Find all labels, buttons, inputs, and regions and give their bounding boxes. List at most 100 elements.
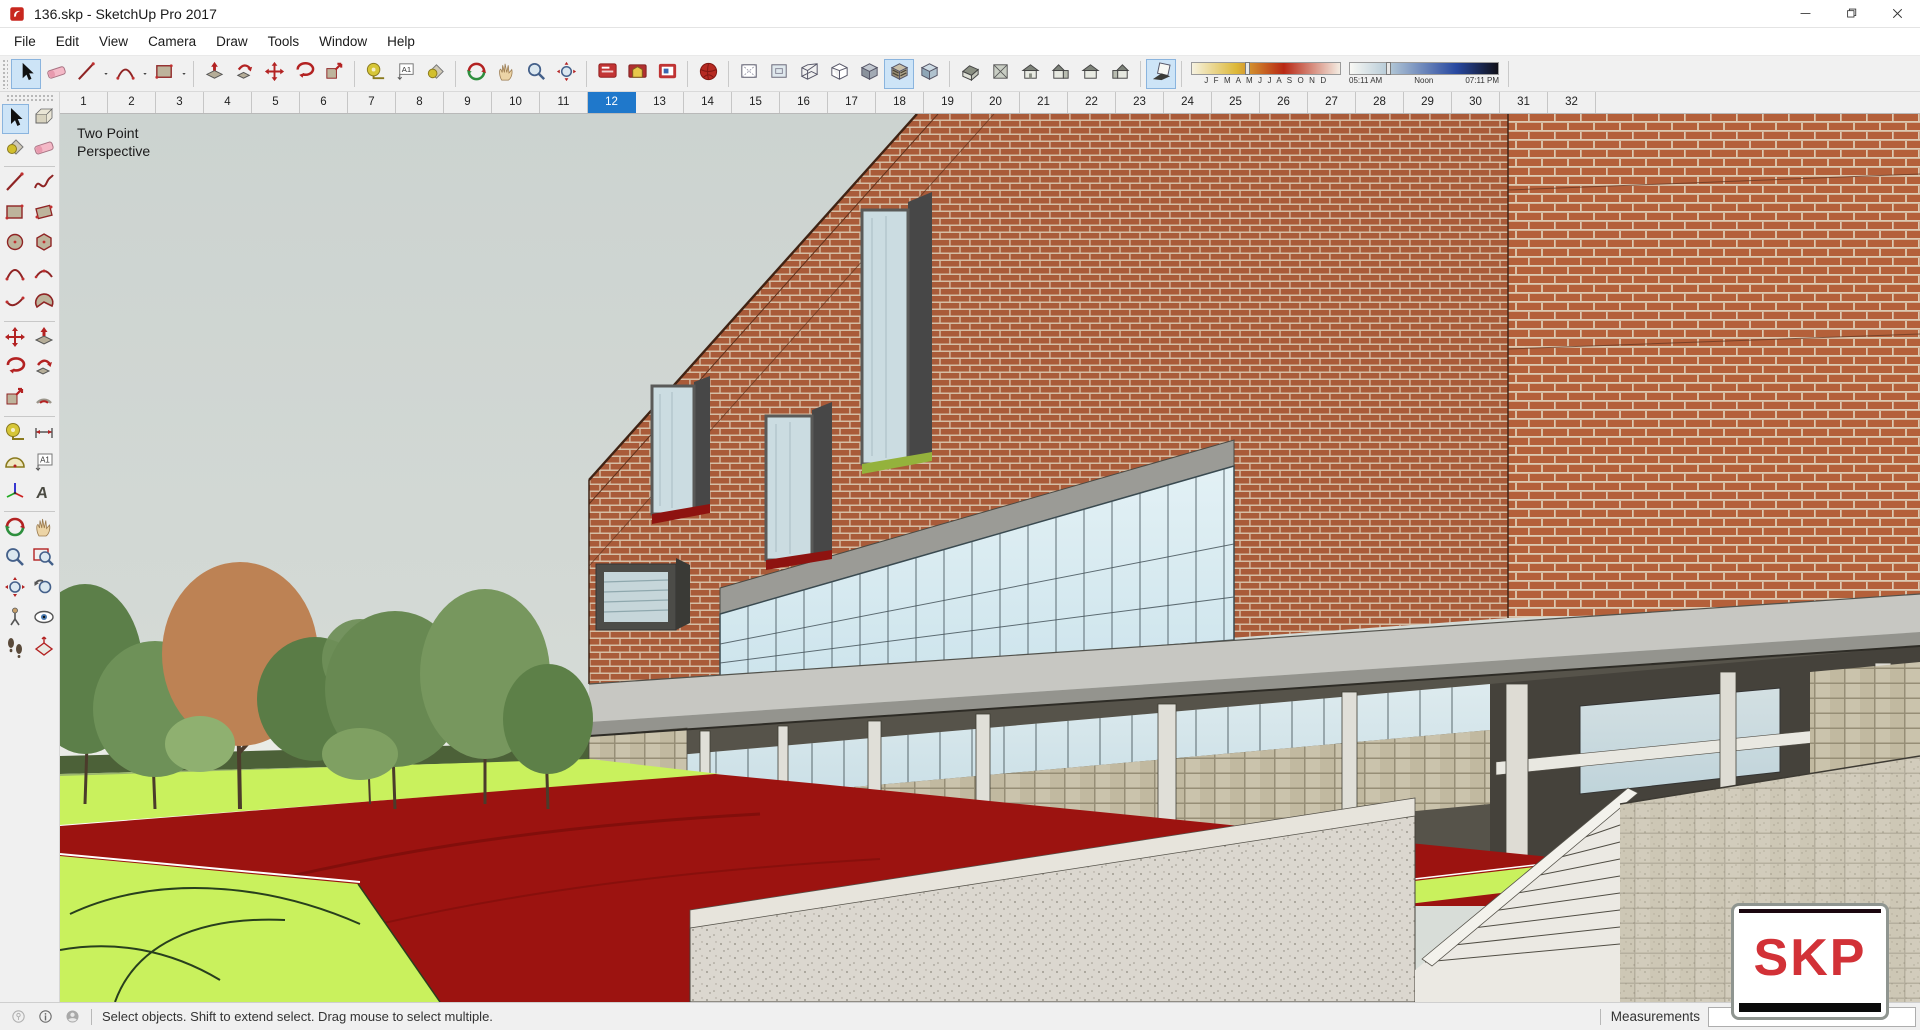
palette-offset-button[interactable]: [31, 384, 58, 414]
palette-zoom-window-button[interactable]: [31, 544, 58, 574]
shadow-date-slider[interactable]: J F M A M J J A S O N D: [1191, 62, 1341, 85]
menu-camera[interactable]: Camera: [138, 30, 206, 53]
window-close-button[interactable]: [1874, 0, 1920, 28]
scene-tab-21[interactable]: 21: [1020, 92, 1068, 113]
arc-dropdown-button[interactable]: [140, 59, 149, 89]
palette-paint-bucket-button[interactable]: [2, 134, 29, 164]
palette-pie-button[interactable]: [31, 289, 58, 319]
menu-view[interactable]: View: [89, 30, 138, 53]
scene-tab-19[interactable]: 19: [924, 92, 972, 113]
scene-tab-6[interactable]: 6: [300, 92, 348, 113]
toolbar-style-x-ray-button[interactable]: [764, 59, 794, 89]
toolbar-3d-warehouse-button[interactable]: [622, 59, 652, 89]
palette-arc-button[interactable]: [2, 259, 29, 289]
scene-tab-18[interactable]: 18: [876, 92, 924, 113]
rectangle-dropdown-button[interactable]: [179, 59, 188, 89]
palette-rotated-rectangle-button[interactable]: [31, 199, 58, 229]
toolbar-select-button[interactable]: [11, 58, 41, 89]
palette-follow-me-button[interactable]: [31, 354, 58, 384]
toolbar-style-textured-button[interactable]: [884, 58, 914, 89]
palette-orbit-button[interactable]: [2, 514, 29, 544]
credits-status-icon[interactable]: [37, 1008, 54, 1025]
scene-tab-13[interactable]: 13: [636, 92, 684, 113]
toolbar-view-left-button[interactable]: [1105, 59, 1135, 89]
scene-tab-27[interactable]: 27: [1308, 92, 1356, 113]
shadow-date-track[interactable]: [1191, 62, 1341, 75]
toolbar-rectangle-button[interactable]: [149, 59, 179, 89]
palette-rectangle-button[interactable]: [2, 199, 29, 229]
palette-protractor-button[interactable]: [2, 449, 29, 479]
menu-draw[interactable]: Draw: [206, 30, 258, 53]
toolbar-model-info-button[interactable]: [592, 59, 622, 89]
toolbar-move-button[interactable]: [259, 59, 289, 89]
toolbar-orbit-button[interactable]: [461, 59, 491, 89]
palette-freehand-button[interactable]: [31, 169, 58, 199]
window-restore-button[interactable]: [1828, 0, 1874, 28]
toolbar-style-monochrome-button[interactable]: [914, 59, 944, 89]
palette-push-pull-button[interactable]: [31, 324, 58, 354]
shadow-time-track[interactable]: [1349, 62, 1499, 75]
window-minimize-button[interactable]: [1782, 0, 1828, 28]
menu-tools[interactable]: Tools: [258, 30, 310, 53]
geolocation-status-icon[interactable]: [10, 1008, 27, 1025]
palette-eraser-button[interactable]: [31, 134, 58, 164]
toolbar-pan-button[interactable]: [491, 59, 521, 89]
palette-zoom-extents-button[interactable]: [2, 574, 29, 604]
scene-tab-29[interactable]: 29: [1404, 92, 1452, 113]
palette-zoom-button[interactable]: [2, 544, 29, 574]
toolbar-view-top-button[interactable]: [985, 59, 1015, 89]
scene-tab-20[interactable]: 20: [972, 92, 1020, 113]
scene-tab-11[interactable]: 11: [540, 92, 588, 113]
toolbar-scale-button[interactable]: [319, 59, 349, 89]
model-viewport[interactable]: Two Point Perspective: [60, 114, 1920, 1002]
palette-tape-measure-button[interactable]: [2, 419, 29, 449]
scene-tab-32[interactable]: 32: [1548, 92, 1596, 113]
scene-tab-22[interactable]: 22: [1068, 92, 1116, 113]
scene-tab-10[interactable]: 10: [492, 92, 540, 113]
scene-tab-12[interactable]: 12: [588, 92, 636, 113]
toolbar-style-wireframe-button[interactable]: [794, 59, 824, 89]
toolbar-view-iso-button[interactable]: [955, 59, 985, 89]
palette-rotate-button[interactable]: [2, 354, 29, 384]
palette-two-point-arc-button[interactable]: [31, 259, 58, 289]
toolbar-arc-button[interactable]: [110, 59, 140, 89]
toolbar-layout-button[interactable]: [652, 59, 682, 89]
menu-window[interactable]: Window: [309, 30, 377, 53]
toolbar-follow-me-button[interactable]: [229, 59, 259, 89]
scene-tab-17[interactable]: 17: [828, 92, 876, 113]
scene-tab-9[interactable]: 9: [444, 92, 492, 113]
scene-tab-4[interactable]: 4: [204, 92, 252, 113]
toolbar-shadow-toggle-button[interactable]: [1146, 58, 1176, 89]
toolbar-view-back-button[interactable]: [1075, 59, 1105, 89]
scene-tab-15[interactable]: 15: [732, 92, 780, 113]
toolbar-style-back-edges-button[interactable]: [734, 59, 764, 89]
scene-tab-23[interactable]: 23: [1116, 92, 1164, 113]
palette-section-plane-button[interactable]: [31, 634, 58, 664]
toolbar-rotate-button[interactable]: [289, 59, 319, 89]
user-status-icon[interactable]: [64, 1008, 81, 1025]
palette-position-camera-button[interactable]: [2, 604, 29, 634]
menu-edit[interactable]: Edit: [46, 30, 89, 53]
toolbar-view-front-button[interactable]: [1015, 59, 1045, 89]
menu-file[interactable]: File: [4, 30, 46, 53]
palette-select-button[interactable]: [1, 104, 29, 134]
palette-previous-button[interactable]: [31, 574, 58, 604]
scene-tab-30[interactable]: 30: [1452, 92, 1500, 113]
toolbar-style-shaded-button[interactable]: [854, 59, 884, 89]
menu-help[interactable]: Help: [377, 30, 425, 53]
scene-tab-2[interactable]: 2: [108, 92, 156, 113]
palette-pan-button[interactable]: [31, 514, 58, 544]
toolbar-push-pull-button[interactable]: [199, 59, 229, 89]
palette-dimension-button[interactable]: [31, 419, 58, 449]
scene-tab-7[interactable]: 7: [348, 92, 396, 113]
scene-tab-25[interactable]: 25: [1212, 92, 1260, 113]
palette-3d-text-button[interactable]: A: [31, 479, 58, 509]
palette-three-point-arc-button[interactable]: [2, 289, 29, 319]
scene-tab-5[interactable]: 5: [252, 92, 300, 113]
toolbar-paint-bucket-button[interactable]: [420, 59, 450, 89]
shadow-date-handle[interactable]: [1245, 62, 1251, 75]
scene-tab-26[interactable]: 26: [1260, 92, 1308, 113]
line-dropdown-button[interactable]: [101, 59, 110, 89]
toolbar-tape-measure-button[interactable]: [360, 59, 390, 89]
palette-axes-button[interactable]: [2, 479, 29, 509]
